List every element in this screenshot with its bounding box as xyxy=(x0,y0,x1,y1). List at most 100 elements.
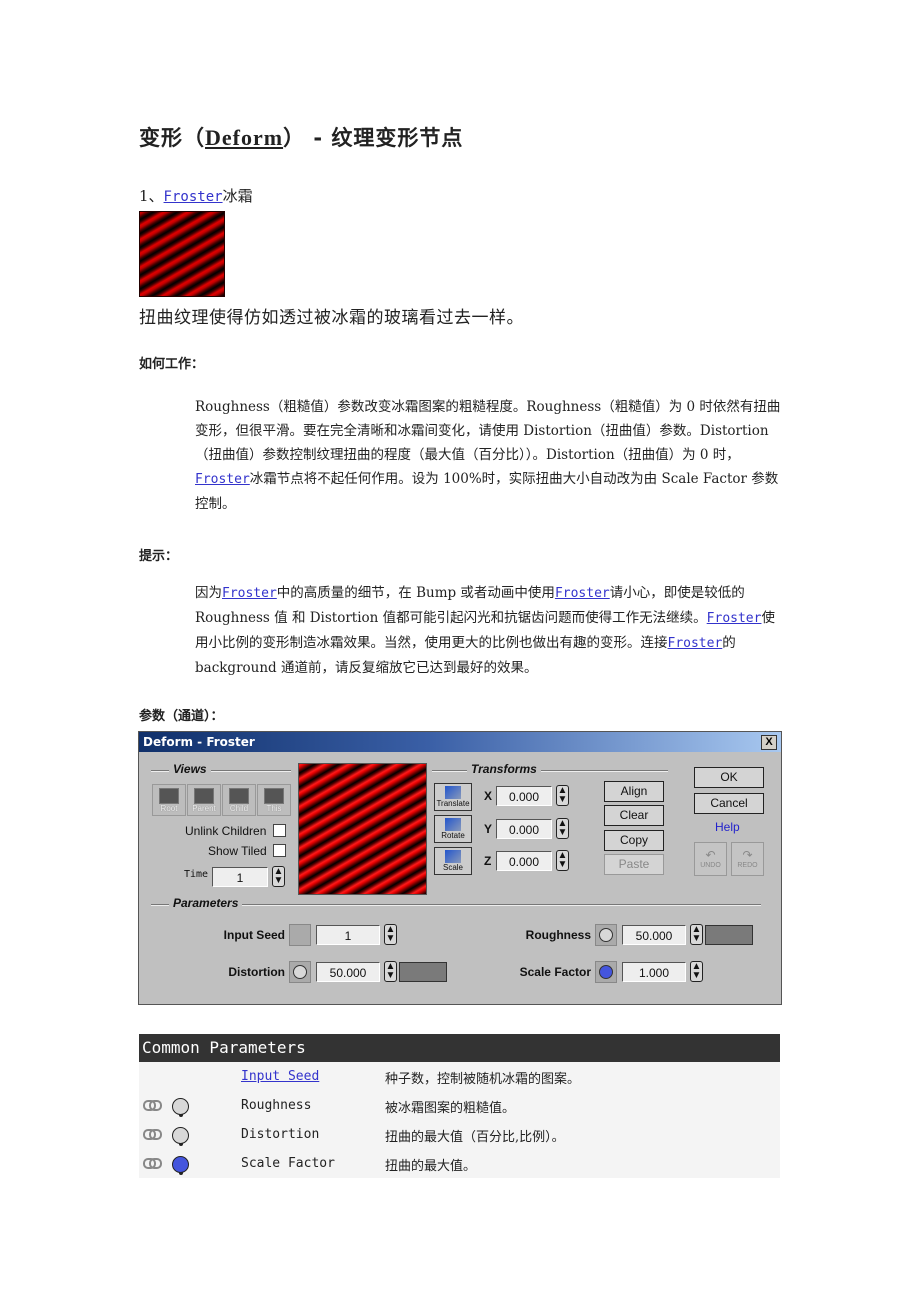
parent-icon xyxy=(194,788,214,804)
dialog-title: Deform - Froster xyxy=(143,735,255,749)
table-row: Distortion 扭曲的最大值（百分比,比例）。 xyxy=(139,1120,780,1149)
unlink-children-checkbox[interactable] xyxy=(273,824,286,837)
view-root-label: Root xyxy=(160,804,178,813)
title-prefix: 变形（ xyxy=(139,126,205,150)
child-icon xyxy=(229,788,249,804)
distortion-swatch[interactable] xyxy=(399,962,447,982)
time-spinner[interactable]: ▲ ▼ xyxy=(272,866,285,887)
view-child-button[interactable]: Child xyxy=(222,784,256,816)
close-button[interactable]: X xyxy=(761,735,777,750)
froster-description: 扭曲纹理使得仿如透过被冰霜的玻璃看过去一样。 xyxy=(139,308,524,328)
channel-off-icon xyxy=(293,965,307,979)
row-name: Scale Factor xyxy=(241,1156,335,1171)
y-spinner[interactable]: ▲ ▼ xyxy=(556,818,569,839)
undo-button[interactable]: ↶ UNDO xyxy=(694,842,727,876)
texture-preview xyxy=(298,763,427,895)
transforms-header: Transforms xyxy=(467,762,541,776)
unlink-children-label: Unlink Children xyxy=(185,824,267,838)
row-name: Distortion xyxy=(241,1127,320,1142)
channel-on-icon xyxy=(599,965,613,979)
view-this-button[interactable]: This xyxy=(257,784,291,816)
view-this-label: This xyxy=(266,804,282,813)
input-seed-link[interactable]: Input Seed xyxy=(241,1069,319,1084)
translate-icon xyxy=(445,786,461,799)
link-chain-icon xyxy=(143,1100,162,1111)
z-spinner[interactable]: ▲ ▼ xyxy=(556,850,569,871)
copy-button[interactable]: Copy xyxy=(604,830,664,851)
x-spinner[interactable]: ▲ ▼ xyxy=(556,785,569,806)
froster-link[interactable]: Froster xyxy=(668,636,723,651)
roughness-swatch[interactable] xyxy=(705,925,753,945)
translate-button[interactable]: Translate xyxy=(434,783,472,811)
scale-factor-input[interactable]: 1.000 xyxy=(622,962,686,982)
paste-button[interactable]: Paste xyxy=(604,854,664,875)
link-chain-icon xyxy=(143,1158,162,1169)
distortion-spinner[interactable]: ▲ ▼ xyxy=(384,961,397,982)
common-parameters-table: Input Seed 种子数，控制被随机冰霜的图案。 Roughness 被冰霜… xyxy=(139,1062,780,1178)
z-label: Z xyxy=(484,854,492,868)
undo-label: UNDO xyxy=(700,862,721,869)
view-child-label: Child xyxy=(229,804,249,813)
roughness-spinner[interactable]: ▲ ▼ xyxy=(690,924,703,945)
froster-link[interactable]: Froster xyxy=(555,586,610,601)
this-icon xyxy=(264,788,284,804)
z-input[interactable]: 0.000 xyxy=(496,851,552,871)
distortion-input[interactable]: 50.000 xyxy=(316,962,380,982)
item-label: 冰霜 xyxy=(222,187,253,205)
froster-link[interactable]: Froster xyxy=(707,611,762,626)
input-seed-input[interactable]: 1 xyxy=(316,925,380,945)
undo-icon: ↶ xyxy=(705,848,716,862)
roughness-channel-button[interactable] xyxy=(595,924,617,946)
scale-button[interactable]: Scale xyxy=(434,847,472,875)
froster-link[interactable]: Froster xyxy=(164,189,223,205)
align-button[interactable]: Align xyxy=(604,781,664,802)
rotate-button[interactable]: Rotate xyxy=(434,815,472,843)
redo-label: REDO xyxy=(737,862,758,869)
redo-button[interactable]: ↷ REDO xyxy=(731,842,764,876)
views-header: Views xyxy=(169,762,211,776)
distortion-channel-button[interactable] xyxy=(289,961,311,983)
froster-texture-thumbnail xyxy=(139,211,225,297)
table-row: Scale Factor 扭曲的最大值。 xyxy=(139,1149,780,1178)
time-input[interactable]: 1 xyxy=(212,867,268,887)
channel-on-icon xyxy=(172,1156,189,1175)
close-icon: X xyxy=(765,736,773,748)
dialog-titlebar[interactable]: Deform - Froster X xyxy=(139,732,781,752)
help-link[interactable]: Help xyxy=(715,820,740,834)
row-description: 种子数，控制被随机冰霜的图案。 xyxy=(385,1072,581,1087)
row-name: Roughness xyxy=(241,1098,312,1113)
cancel-button[interactable]: Cancel xyxy=(694,793,764,814)
deform-froster-dialog: Deform - Froster X Views Root Parent Chi… xyxy=(138,731,782,1005)
how-it-works-heading: 如何工作： xyxy=(139,357,205,372)
title-deform: Deform xyxy=(205,125,284,150)
roughness-input[interactable]: 50.000 xyxy=(622,925,686,945)
tips-text-1: 因为 xyxy=(195,585,222,601)
root-icon xyxy=(159,788,179,804)
view-parent-button[interactable]: Parent xyxy=(187,784,221,816)
time-label: Time xyxy=(184,869,209,880)
input-seed-channel xyxy=(289,924,311,946)
froster-link[interactable]: Froster xyxy=(222,586,277,601)
froster-link[interactable]: Froster xyxy=(195,472,250,487)
x-label: X xyxy=(484,789,493,803)
row-description: 被冰霜图案的粗糙值。 xyxy=(385,1101,516,1116)
title-suffix: ） - 纹理变形节点 xyxy=(283,126,464,150)
view-root-button[interactable]: Root xyxy=(152,784,186,816)
common-parameters-header: Common Parameters xyxy=(139,1034,780,1062)
parameters-header: Parameters xyxy=(169,896,243,910)
show-tiled-checkbox[interactable] xyxy=(273,844,286,857)
clear-button[interactable]: Clear xyxy=(604,805,664,826)
rotate-label: Rotate xyxy=(441,831,465,840)
item-number: 1、 xyxy=(139,187,164,205)
scale-factor-channel-button[interactable] xyxy=(595,961,617,983)
show-tiled-label: Show Tiled xyxy=(208,844,267,858)
y-input[interactable]: 0.000 xyxy=(496,819,552,839)
scale-icon xyxy=(445,850,461,863)
x-input[interactable]: 0.000 xyxy=(496,786,552,806)
row-description: 扭曲的最大值。 xyxy=(385,1159,477,1174)
ok-button[interactable]: OK xyxy=(694,767,764,788)
scale-factor-spinner[interactable]: ▲ ▼ xyxy=(690,961,703,982)
input-seed-spinner[interactable]: ▲ ▼ xyxy=(384,924,397,945)
roughness-label: Roughness xyxy=(525,928,591,942)
page-title: 变形（Deform） - 纹理变形节点 xyxy=(139,122,463,152)
